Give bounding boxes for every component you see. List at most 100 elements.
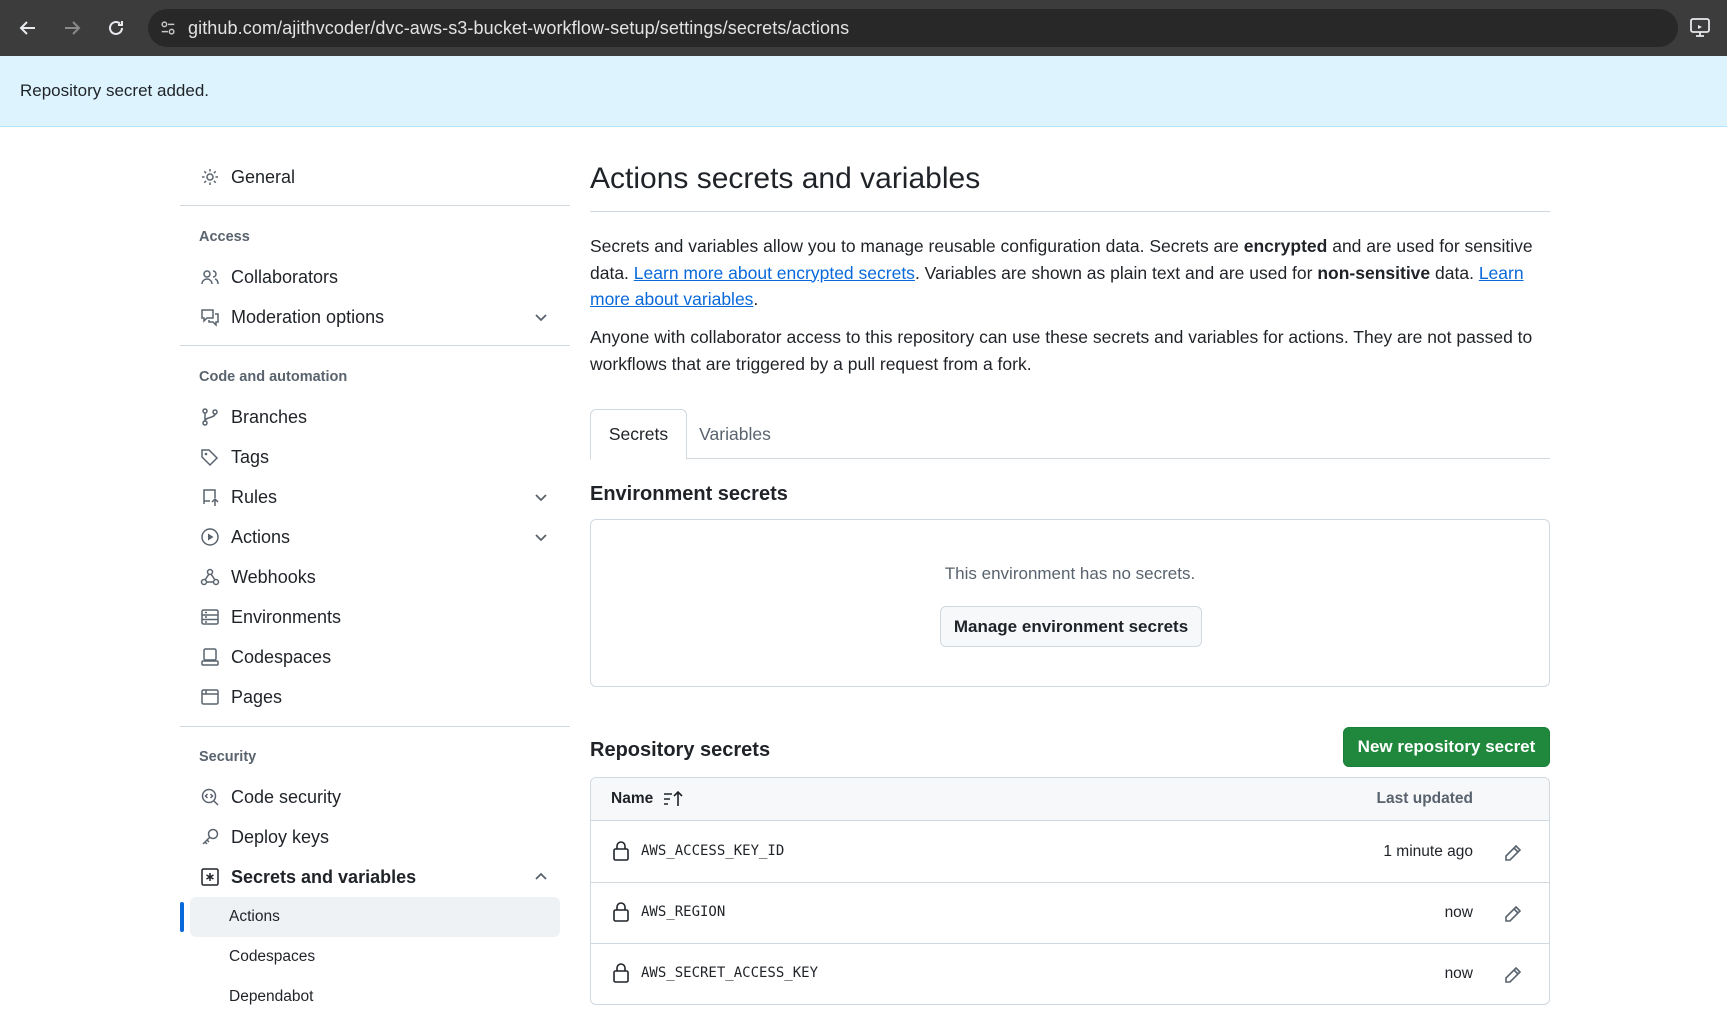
pencil-icon (1505, 905, 1522, 922)
new-repository-secret-button[interactable]: New repository secret (1343, 727, 1550, 767)
cast-icon (1690, 18, 1710, 37)
edit-secret-button[interactable] (1496, 958, 1530, 992)
browser-toolbar: github.com/ajithvcoder/dvc-aws-s3-bucket… (0, 0, 1727, 56)
secret-name: AWS_REGION (641, 904, 726, 920)
tab-label: Variables (699, 423, 771, 444)
sidebar-item-label: Actions (231, 526, 291, 547)
delete-secret-button[interactable] (1541, 958, 1549, 992)
back-button[interactable] (6, 0, 50, 56)
trash-icon (1548, 843, 1550, 863)
page-title: Actions secrets and variables (590, 162, 981, 195)
chevron-up-icon (532, 868, 550, 891)
sidebar-item-label: Webhooks (231, 566, 316, 587)
delete-secret-button[interactable] (1541, 897, 1550, 931)
edit-secret-button[interactable] (1496, 836, 1530, 870)
sidebar-subitem-actions[interactable]: Actions (190, 897, 560, 937)
sidebar-item-label: Environments (231, 606, 342, 627)
sidebar-item-label: Tags (231, 446, 270, 467)
sidebar-item-tags[interactable]: Tags (180, 437, 570, 477)
lock-icon (612, 963, 630, 988)
empty-message: This environment has no secrets. (944, 564, 1196, 583)
sidebar-subitem-dependabot[interactable]: Dependabot (190, 977, 560, 1017)
sidebar-item-label: Actions (229, 908, 280, 925)
reload-icon (109, 20, 123, 35)
tab-secrets[interactable]: Secrets (590, 409, 687, 460)
codespaces-icon (199, 646, 221, 668)
sidebar-item-label: Rules (231, 486, 278, 507)
key-asterisk-icon (199, 866, 221, 888)
sidebar-item-deploy-keys[interactable]: Deploy keys (180, 817, 570, 857)
sidebar-item-pages[interactable]: Pages (180, 677, 570, 717)
divider (180, 205, 570, 206)
flash-message: Repository secret added. (20, 81, 209, 100)
sidebar-item-code-security[interactable]: Code security (180, 777, 570, 817)
sidebar-heading-security: Security (199, 749, 257, 765)
comment-discussion-icon (199, 306, 221, 328)
codescan-icon (199, 786, 221, 808)
collaborator-note: Anyone with collaborator access to this … (590, 327, 1533, 374)
sidebar-item-actions[interactable]: Actions (180, 517, 570, 557)
sidebar-item-general[interactable]: General (180, 157, 570, 197)
repository-secrets-heading: Repository secrets (590, 739, 771, 761)
lock-icon (612, 902, 630, 927)
name-column-header[interactable]: Name (611, 790, 683, 808)
sort-ascending-icon (664, 790, 683, 806)
table-header: Name Last updated (591, 778, 1549, 821)
secrets-table: Name Last updated AWS_ACCESS_KEY_ID 1 mi… (590, 777, 1550, 1005)
reload-button[interactable] (94, 0, 138, 56)
arrow-left-icon (19, 21, 35, 35)
secret-name: AWS_ACCESS_KEY_ID (641, 843, 785, 859)
divider (180, 345, 570, 346)
tab-variables[interactable]: Variables (687, 409, 783, 459)
chevron-down-icon (532, 308, 550, 331)
column-label: Name (611, 790, 654, 807)
sidebar-item-label: Secrets and variables (231, 866, 417, 887)
server-icon (199, 606, 221, 628)
learn-more-secrets-link[interactable]: Learn more about encrypted secrets (634, 263, 915, 283)
sidebar-item-label: Pages (231, 686, 283, 707)
sidebar-item-label: Codespaces (231, 646, 332, 667)
sidebar-subitem-codespaces[interactable]: Codespaces (190, 937, 560, 977)
text: . Variables are shown as plain text and … (914, 262, 1318, 283)
sidebar-item-environments[interactable]: Environments (180, 597, 570, 637)
sidebar-item-branches[interactable]: Branches (180, 397, 570, 437)
last-updated-column-header: Last updated (1376, 790, 1473, 807)
cast-button[interactable] (1689, 16, 1711, 43)
sidebar-heading-code-automation: Code and automation (199, 369, 348, 385)
sidebar-item-webhooks[interactable]: Webhooks (180, 557, 570, 597)
address-bar[interactable]: github.com/ajithvcoder/dvc-aws-s3-bucket… (148, 9, 1678, 47)
repo-push-icon (199, 486, 221, 508)
active-indicator (180, 902, 184, 932)
webhook-icon (199, 566, 221, 588)
play-circle-icon (199, 526, 221, 548)
site-settings-icon[interactable] (148, 19, 188, 37)
sidebar-item-label: Collaborators (231, 266, 339, 287)
manage-environment-secrets-button[interactable]: Manage environment secrets (940, 606, 1202, 647)
pencil-icon (1505, 844, 1522, 861)
divider (590, 211, 1550, 212)
tab-label: Secrets (608, 424, 669, 444)
tag-icon (199, 446, 221, 468)
sidebar-item-label: Dependabot (229, 988, 314, 1005)
divider (180, 726, 570, 727)
trash-icon (1548, 904, 1550, 924)
table-row: AWS_SECRET_ACCESS_KEY now (591, 944, 1549, 1004)
url-text: github.com/ajithvcoder/dvc-aws-s3-bucket… (188, 17, 850, 38)
people-icon (199, 266, 221, 288)
gear-icon (199, 166, 221, 188)
table-row: AWS_REGION now (591, 883, 1549, 944)
text-bold: encrypted (1243, 236, 1328, 256)
edit-secret-button[interactable] (1496, 897, 1530, 931)
sidebar-item-moderation[interactable]: Moderation options (180, 297, 570, 337)
forward-button[interactable] (50, 0, 94, 56)
sidebar-item-rules[interactable]: Rules (180, 477, 570, 517)
intro-paragraph: Secrets and variables allow you to manag… (590, 233, 1550, 313)
delete-secret-button[interactable] (1541, 836, 1550, 870)
sidebar-item-collaborators[interactable]: Collaborators (180, 257, 570, 297)
text: data. (1430, 262, 1479, 283)
sidebar-item-secrets-variables[interactable]: Secrets and variables (180, 857, 570, 897)
sidebar-item-label: Code security (231, 786, 342, 807)
sidebar-item-codespaces[interactable]: Codespaces (180, 637, 570, 677)
text: Secrets and variables allow you to manag… (590, 236, 1244, 256)
git-branch-icon (199, 406, 221, 428)
